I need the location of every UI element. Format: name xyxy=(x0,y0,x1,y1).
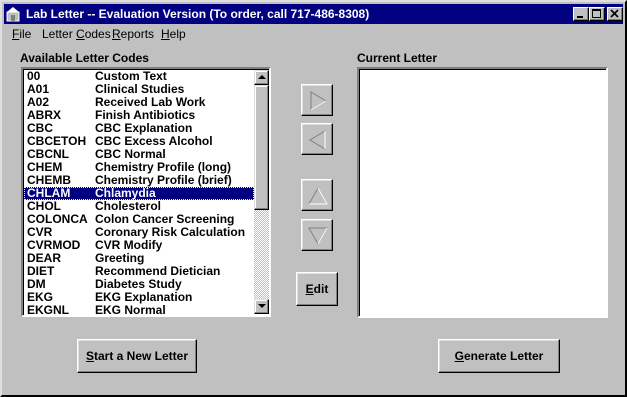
menu-letter-codes[interactable]: Letter Codes xyxy=(42,27,111,41)
scroll-up-icon xyxy=(258,75,266,79)
list-rows: 00 Custom Text A01 Clinical Studies A02 Recei… xyxy=(24,70,254,317)
list-item[interactable]: EKGNL EKG Normal xyxy=(24,303,254,317)
minimize-button[interactable] xyxy=(573,7,589,21)
current-letter-box[interactable] xyxy=(357,67,608,318)
menu-file[interactable]: File xyxy=(12,27,31,41)
app-icon xyxy=(6,7,20,22)
maximize-icon xyxy=(592,9,601,18)
add-code-button[interactable] xyxy=(301,84,333,116)
start-new-letter-button[interactable]: Start a New Letter xyxy=(77,339,197,373)
available-codes-label: Available Letter Codes xyxy=(20,51,149,65)
maximize-button[interactable] xyxy=(589,7,605,21)
generate-letter-button[interactable]: Generate Letter xyxy=(438,339,560,373)
app-window: Lab Letter -- Evaluation Version (To ord… xyxy=(0,0,627,397)
available-codes-list[interactable]: 00 Custom Text A01 Clinical Studies A02 Recei… xyxy=(21,67,271,317)
list-scrollbar[interactable] xyxy=(254,70,269,314)
move-down-button[interactable] xyxy=(301,219,333,251)
arrow-down-icon xyxy=(308,227,328,246)
arrow-up-icon xyxy=(308,186,328,205)
arrow-right-icon xyxy=(310,91,327,111)
menu-help[interactable]: Help xyxy=(161,27,186,41)
close-icon xyxy=(610,9,619,18)
scroll-up-button[interactable] xyxy=(254,70,269,85)
menu-reports[interactable]: Reports xyxy=(112,27,154,41)
remove-code-button[interactable] xyxy=(301,123,333,155)
scroll-down-button[interactable] xyxy=(254,299,269,314)
window-title: Lab Letter -- Evaluation Version (To ord… xyxy=(26,7,370,21)
list-item-code: EKGNL xyxy=(27,303,69,317)
scroll-down-icon xyxy=(258,304,266,308)
title-bar[interactable]: Lab Letter -- Evaluation Version (To ord… xyxy=(4,4,623,24)
list-item-description: EKG Normal xyxy=(95,303,166,317)
edit-button[interactable]: Edit xyxy=(296,272,338,306)
move-up-button[interactable] xyxy=(301,179,333,211)
minimize-icon xyxy=(577,16,583,18)
menu-bar: File Letter Codes Reports Help xyxy=(4,25,623,43)
arrow-left-icon xyxy=(309,130,326,150)
close-button[interactable] xyxy=(607,7,623,21)
current-letter-label: Current Letter xyxy=(357,51,438,65)
scroll-thumb[interactable] xyxy=(254,85,269,210)
